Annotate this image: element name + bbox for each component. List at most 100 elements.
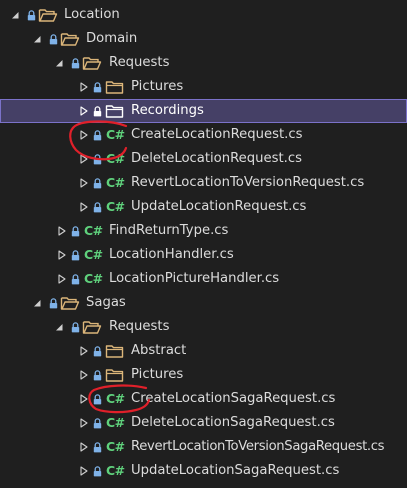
folder-icon [105, 75, 125, 99]
tree-item-location[interactable]: Location [0, 3, 407, 27]
lock-icon [27, 3, 37, 27]
chevron-collapsed-icon[interactable] [79, 75, 91, 99]
chevron-collapsed-icon[interactable] [57, 243, 69, 267]
folder-open-icon [82, 51, 102, 75]
tree-item-label: Abstract [131, 343, 187, 358]
chevron-collapsed-icon[interactable] [79, 363, 91, 387]
tree-item-domain[interactable]: Domain [0, 27, 407, 51]
tree-item-requests[interactable]: Requests [0, 51, 407, 75]
tree-item-update-location-saga-request[interactable]: C# UpdateLocationSagaRequest.cs [0, 459, 407, 483]
lock-icon [71, 51, 81, 75]
tree-item-find-return-type[interactable]: C# FindReturnType.cs [0, 219, 407, 243]
lock-icon [49, 291, 59, 315]
tree-item-label: Location [64, 7, 120, 22]
chevron-collapsed-icon[interactable] [57, 267, 69, 291]
tree-item-pictures[interactable]: Pictures [0, 75, 407, 99]
chevron-collapsed-icon[interactable] [79, 147, 91, 171]
tree-item-location-handler[interactable]: C# LocationHandler.cs [0, 243, 407, 267]
chevron-collapsed-icon[interactable] [79, 123, 91, 147]
tree-item-label: Sagas [86, 295, 126, 310]
csharp-file-icon: C# [106, 151, 125, 166]
tree-item-revert-location-to-version-request[interactable]: C# RevertLocationToVersionRequest.cs [0, 171, 407, 195]
tree-item-recordings[interactable]: Recordings [0, 99, 407, 123]
tree-item-create-location-request[interactable]: C# CreateLocationRequest.cs [0, 123, 407, 147]
tree-item-label: RevertLocationToVersionRequest.cs [131, 175, 365, 190]
lock-icon [71, 267, 81, 291]
lock-icon [93, 171, 103, 195]
tree-item-label: Domain [86, 31, 138, 46]
lock-icon [71, 219, 81, 243]
chevron-collapsed-icon[interactable] [79, 411, 91, 435]
tree-item-update-location-request[interactable]: C# UpdateLocationRequest.cs [0, 195, 407, 219]
lock-icon [93, 459, 103, 483]
chevron-expanded-icon[interactable] [10, 3, 22, 27]
tree-item-label: RevertLocationToVersionSagaRequest.cs [131, 439, 385, 454]
chevron-expanded-icon[interactable] [32, 291, 44, 315]
tree-item-label: UpdateLocationRequest.cs [131, 199, 307, 214]
tree-item-revert-location-to-version-saga-request[interactable]: C# RevertLocationToVersionSagaRequest.cs [0, 435, 407, 459]
lock-icon [71, 315, 81, 339]
chevron-collapsed-icon[interactable] [79, 435, 91, 459]
csharp-file-icon: C# [106, 415, 125, 430]
csharp-file-icon: C# [84, 271, 103, 286]
tree-item-label: LocationPictureHandler.cs [109, 271, 280, 286]
lock-icon [93, 99, 103, 123]
folder-open-icon [60, 27, 80, 51]
folder-icon [105, 99, 125, 123]
lock-icon [93, 195, 103, 219]
csharp-file-icon: C# [106, 439, 125, 454]
tree-item-delete-location-saga-request[interactable]: C# DeleteLocationSagaRequest.cs [0, 411, 407, 435]
csharp-file-icon: C# [84, 247, 103, 262]
tree-item-label: Requests [109, 319, 170, 334]
chevron-collapsed-icon[interactable] [79, 99, 91, 123]
lock-icon [49, 27, 59, 51]
tree-item-create-location-saga-request[interactable]: C# CreateLocationSagaRequest.cs [0, 387, 407, 411]
lock-icon [93, 387, 103, 411]
tree-item-abstract[interactable]: Abstract [0, 339, 407, 363]
lock-icon [93, 123, 103, 147]
tree-item-label: Requests [109, 55, 170, 70]
folder-open-icon [82, 315, 102, 339]
tree-item-label: DeleteLocationSagaRequest.cs [131, 415, 335, 430]
tree-item-label: CreateLocationSagaRequest.cs [131, 391, 336, 406]
tree-item-label: Pictures [131, 367, 184, 382]
lock-icon [71, 243, 81, 267]
tree-item-label: CreateLocationRequest.cs [131, 127, 303, 142]
tree-item-label: DeleteLocationRequest.cs [131, 151, 302, 166]
tree-item-label: UpdateLocationSagaRequest.cs [131, 463, 340, 478]
csharp-file-icon: C# [84, 223, 103, 238]
tree-item-saga-requests[interactable]: Requests [0, 315, 407, 339]
tree-item-label: LocationHandler.cs [109, 247, 234, 262]
tree-item-sagas[interactable]: Sagas [0, 291, 407, 315]
chevron-expanded-icon[interactable] [54, 315, 66, 339]
tree-item-label: Recordings [131, 103, 204, 118]
folder-open-icon [38, 3, 58, 27]
chevron-collapsed-icon[interactable] [79, 171, 91, 195]
tree-item-label: Pictures [131, 79, 184, 94]
chevron-collapsed-icon[interactable] [57, 219, 69, 243]
tree-item-saga-pictures[interactable]: Pictures [0, 363, 407, 387]
csharp-file-icon: C# [106, 391, 125, 406]
lock-icon [93, 363, 103, 387]
folder-icon [105, 339, 125, 363]
csharp-file-icon: C# [106, 199, 125, 214]
solution-explorer-tree: Location Domain Requests Pictures Record… [0, 3, 407, 483]
lock-icon [93, 435, 103, 459]
chevron-collapsed-icon[interactable] [79, 387, 91, 411]
csharp-file-icon: C# [106, 175, 125, 190]
lock-icon [93, 75, 103, 99]
csharp-file-icon: C# [106, 463, 125, 478]
chevron-expanded-icon[interactable] [32, 27, 44, 51]
tree-item-delete-location-request[interactable]: C# DeleteLocationRequest.cs [0, 147, 407, 171]
tree-item-label: FindReturnType.cs [109, 223, 229, 238]
chevron-expanded-icon[interactable] [54, 51, 66, 75]
tree-item-location-picture-handler[interactable]: C# LocationPictureHandler.cs [0, 267, 407, 291]
folder-icon [105, 363, 125, 387]
lock-icon [93, 339, 103, 363]
chevron-collapsed-icon[interactable] [79, 195, 91, 219]
lock-icon [93, 411, 103, 435]
chevron-collapsed-icon[interactable] [79, 459, 91, 483]
csharp-file-icon: C# [106, 127, 125, 142]
folder-open-icon [60, 291, 80, 315]
chevron-collapsed-icon[interactable] [79, 339, 91, 363]
